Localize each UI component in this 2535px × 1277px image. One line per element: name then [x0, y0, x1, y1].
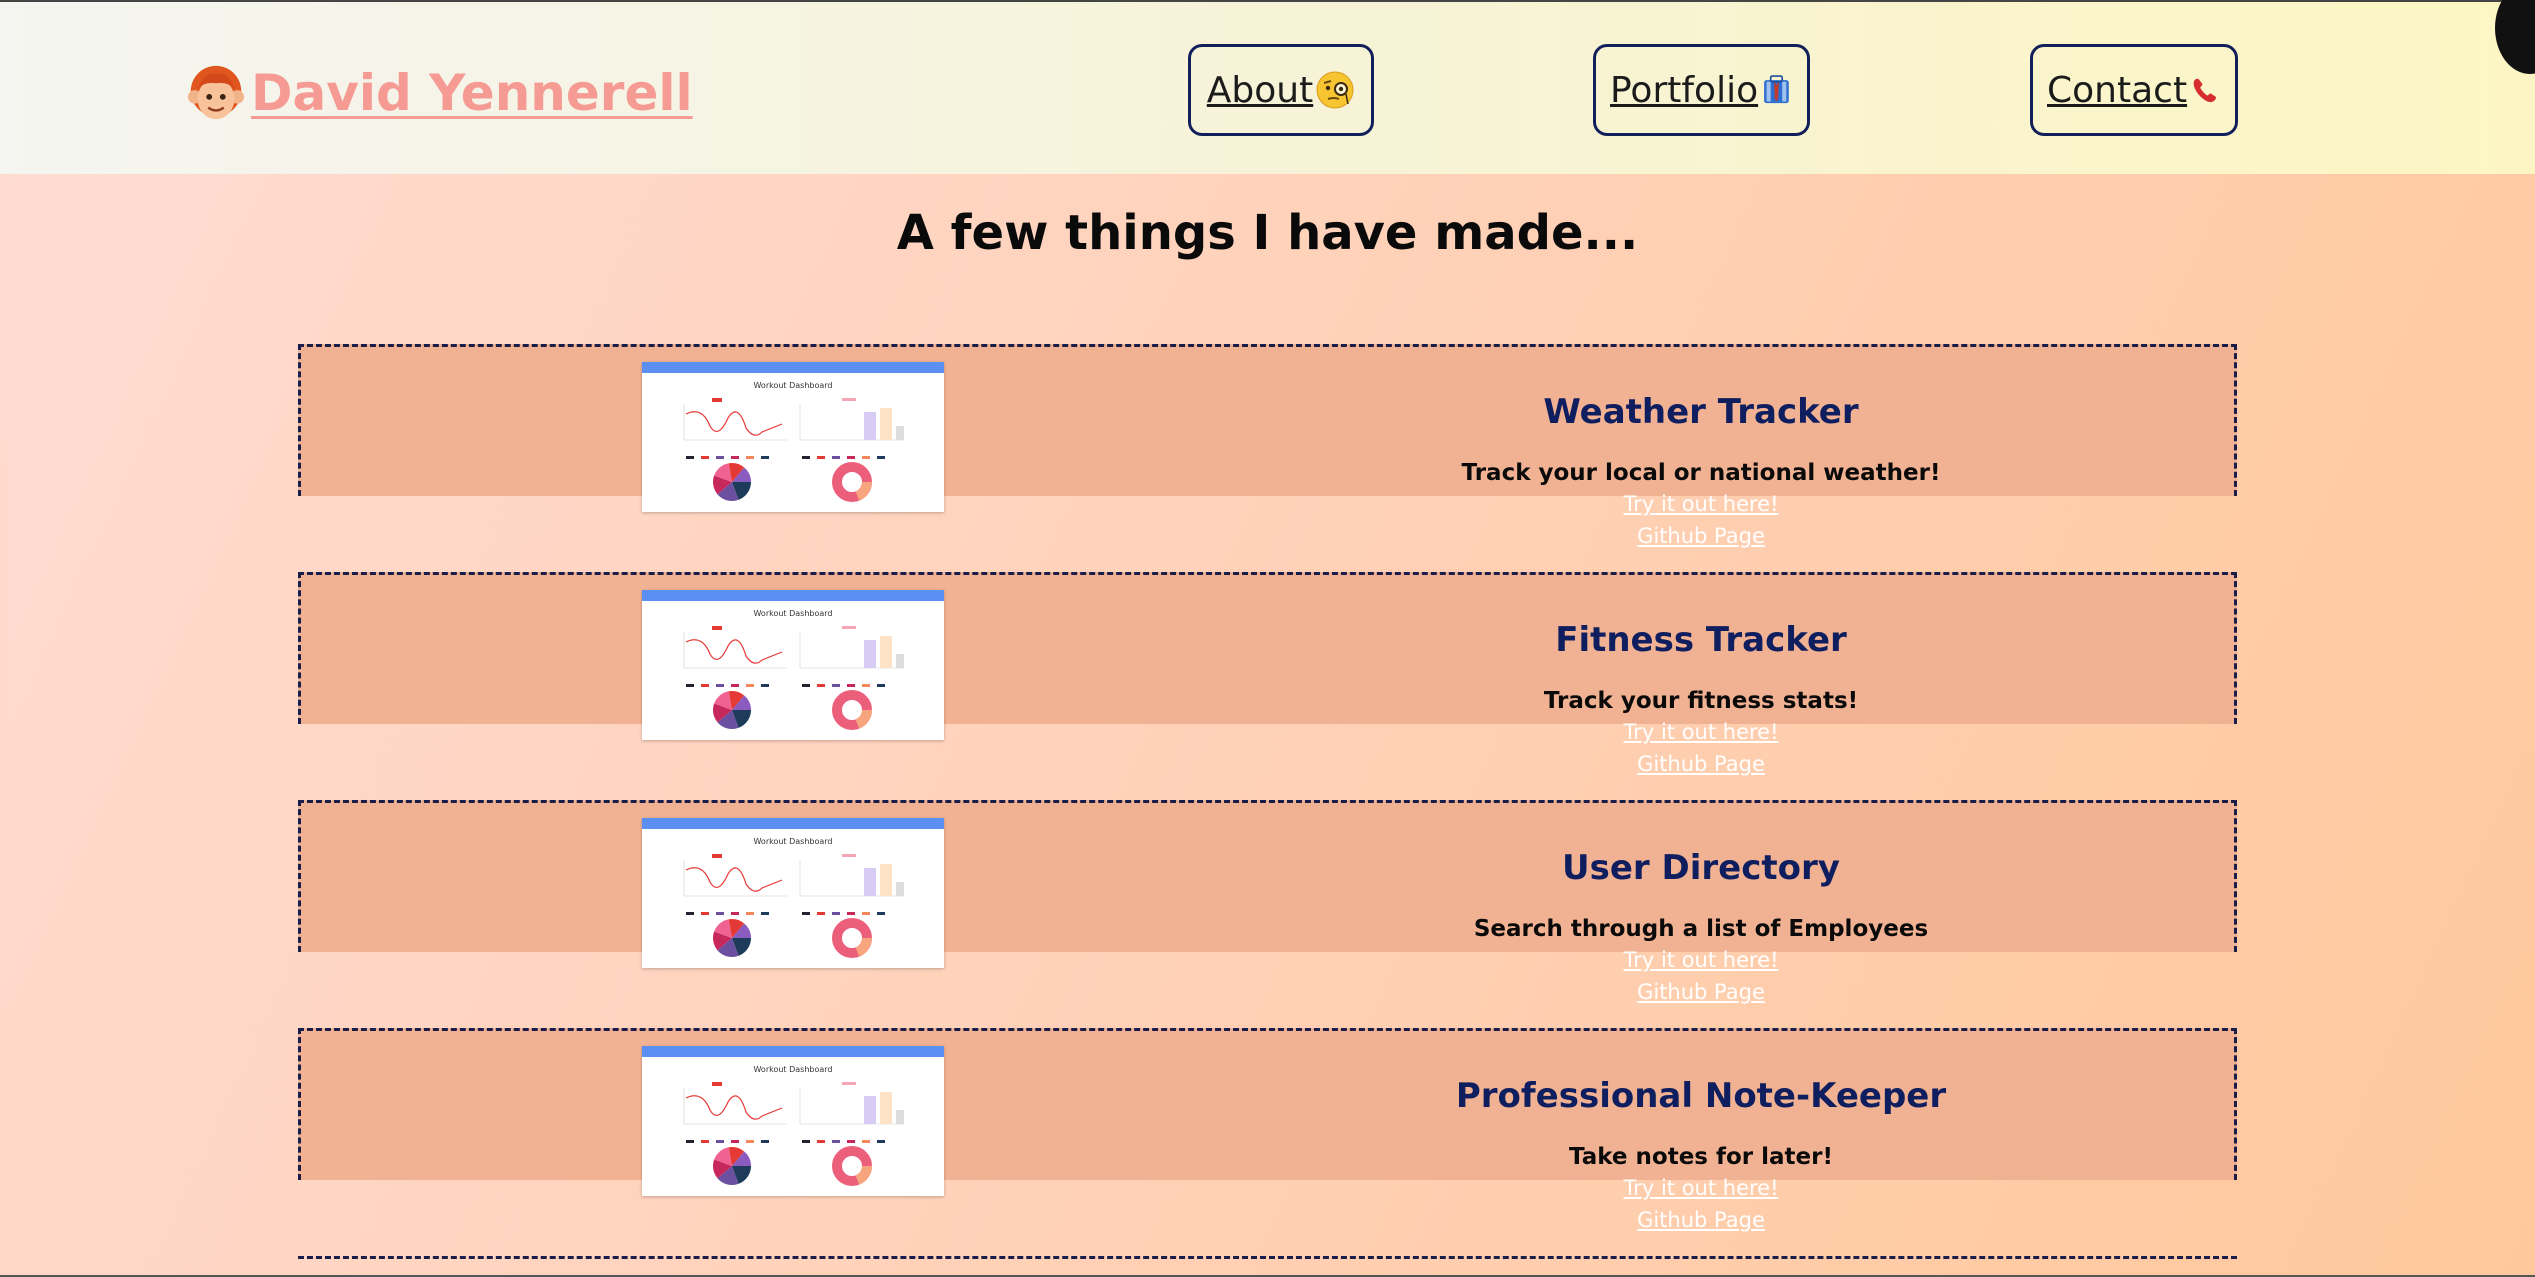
thumbnail-heading: Workout Dashboard — [753, 1065, 832, 1074]
corner-avatar-fragment — [2495, 0, 2535, 74]
project-thumbnail[interactable]: Workout Dashboard — [642, 818, 944, 968]
site-header: David Yennerell About Portfolio Contact — [0, 0, 2535, 174]
nav-portfolio-button[interactable]: Portfolio — [1593, 44, 1810, 136]
project-card: Workout Dashboard Fitness Tracker Track … — [298, 572, 2237, 776]
dashboard-preview-image: Workout Dashboard — [642, 590, 944, 740]
github-link[interactable]: Github Page — [1451, 978, 1951, 1006]
project-card: Workout Dashboard Weather Tracker Track … — [298, 344, 2237, 548]
project-card: Workout Dashboard Professional Note-Keep… — [298, 1028, 2237, 1232]
project-thumbnail[interactable]: Workout Dashboard — [642, 1046, 944, 1196]
dashboard-preview-image: Workout Dashboard — [642, 362, 944, 512]
thumbnail-heading: Workout Dashboard — [753, 609, 832, 618]
nav-contact-button[interactable]: Contact — [2030, 44, 2238, 136]
try-it-link[interactable]: Try it out here! — [1451, 718, 1951, 746]
try-it-link[interactable]: Try it out here! — [1451, 490, 1951, 518]
project-description: Take notes for later! — [1569, 1144, 1833, 1170]
thumbnail-heading: Workout Dashboard — [753, 381, 832, 390]
nav-about-label: About — [1206, 69, 1314, 111]
project-title: Weather Tracker — [1543, 392, 1859, 432]
project-card-partial — [298, 1256, 2237, 1277]
site-logo-link[interactable]: David Yennerell — [185, 58, 693, 128]
project-thumbnail[interactable]: Workout Dashboard — [642, 362, 944, 512]
project-card: Workout Dashboard User Directory Search … — [298, 800, 2237, 1004]
project-thumbnail[interactable]: Workout Dashboard — [642, 590, 944, 740]
project-info: Weather Tracker Track your local or nati… — [1451, 392, 1951, 550]
project-description: Search through a list of Employees — [1473, 916, 1929, 942]
project-info: Fitness Tracker Track your fitness stats… — [1451, 620, 1951, 778]
project-title: User Directory — [1562, 848, 1840, 888]
red-haired-man-icon — [187, 65, 245, 120]
nav-contact-label: Contact — [2047, 69, 2188, 111]
github-link[interactable]: Github Page — [1451, 1206, 1951, 1234]
project-title: Professional Note-Keeper — [1455, 1076, 1947, 1116]
github-link[interactable]: Github Page — [1451, 522, 1951, 550]
telephone-icon — [2193, 78, 2217, 103]
dashboard-preview-image: Workout Dashboard — [642, 818, 944, 968]
monocle-face-icon — [1316, 71, 1354, 109]
site-name: David Yennerell — [251, 64, 693, 122]
page-title: A few things I have made... — [896, 205, 1639, 261]
project-info: User Directory Search through a list of … — [1451, 848, 1951, 1006]
project-description: Track your fitness stats! — [1543, 688, 1859, 714]
github-link[interactable]: Github Page — [1451, 750, 1951, 778]
thumbnail-heading: Workout Dashboard — [753, 837, 832, 846]
project-title: Fitness Tracker — [1555, 620, 1847, 660]
try-it-link[interactable]: Try it out here! — [1451, 946, 1951, 974]
briefcase-icon — [1764, 75, 1789, 104]
dashboard-preview-image: Workout Dashboard — [642, 1046, 944, 1196]
project-info: Professional Note-Keeper Take notes for … — [1451, 1076, 1951, 1234]
try-it-link[interactable]: Try it out here! — [1451, 1174, 1951, 1202]
nav-about-button[interactable]: About — [1188, 44, 1374, 136]
project-description: Track your local or national weather! — [1461, 460, 1941, 486]
nav-portfolio-label: Portfolio — [1610, 69, 1759, 111]
